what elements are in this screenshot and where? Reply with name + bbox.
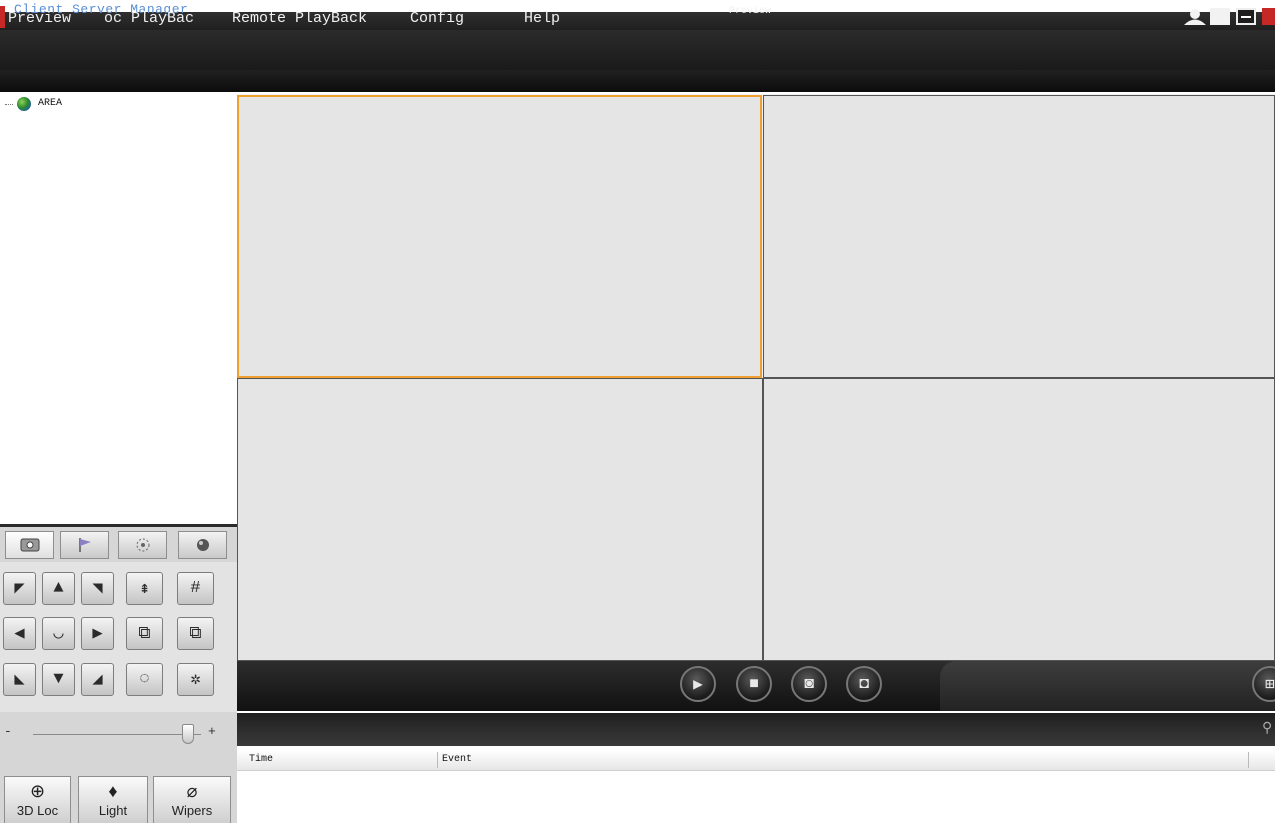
event-toolbar xyxy=(237,713,1275,746)
iris-close-icon: ◌ xyxy=(139,670,150,689)
3d-locate-button[interactable]: ⊕ 3D Loc xyxy=(4,776,71,823)
grid-layout-icon: ⊞ xyxy=(1265,676,1275,694)
tilt-down-button[interactable]: ▼ xyxy=(42,663,75,696)
globe-icon xyxy=(17,97,31,111)
menu-remote-playback[interactable]: Remote PlayBack xyxy=(232,10,367,27)
arrow-down-right-icon: ◢ xyxy=(92,671,103,690)
zoom-in-button[interactable]: ⧉ xyxy=(177,617,214,650)
restore-button[interactable] xyxy=(1210,8,1230,25)
wiper-icon: ⌀ xyxy=(186,781,198,801)
cruise-icon[interactable] xyxy=(118,531,167,559)
tree-connector xyxy=(5,104,13,106)
3d-locate-label: 3D Loc xyxy=(16,803,59,818)
slider-minus-label: - xyxy=(4,724,12,739)
play-button[interactable]: ▶ xyxy=(680,666,716,702)
pin-icon[interactable]: ⚲ xyxy=(1262,720,1272,737)
arrow-right-icon: ▶ xyxy=(92,625,103,644)
menu-help[interactable]: Help xyxy=(524,10,560,27)
video-camera-icon: ◙ xyxy=(804,675,814,693)
iris-open-icon: ✲ xyxy=(190,671,201,690)
menu-bar xyxy=(0,30,1275,70)
minimize-button[interactable] xyxy=(1236,8,1256,25)
arrow-up-left-icon: ◤ xyxy=(14,580,25,599)
focus-far-icon: # xyxy=(190,579,201,598)
app-icon xyxy=(0,6,5,28)
zoom-out-icon: ⧉ xyxy=(138,624,151,644)
light-label: Light xyxy=(98,803,128,818)
zoom-out-button[interactable]: ⧉ xyxy=(126,617,163,650)
arrow-down-left-icon: ◣ xyxy=(14,671,25,690)
auto-scan-button[interactable]: ◡ xyxy=(42,617,75,650)
video-cell-1[interactable] xyxy=(237,95,762,378)
tree-node-area[interactable]: AREA xyxy=(38,98,62,109)
preview-header xyxy=(0,70,1275,92)
column-header-event[interactable]: Event xyxy=(442,754,472,765)
pan-down-right-button[interactable]: ◢ xyxy=(81,663,114,696)
record-button[interactable]: ◙ xyxy=(791,666,827,702)
pan-up-left-button[interactable]: ◤ xyxy=(3,572,36,605)
slider-plus-label: + xyxy=(208,724,216,739)
focus-far-button[interactable]: # xyxy=(177,572,214,605)
arrow-up-icon: ▲ xyxy=(53,579,64,598)
focus-near-button[interactable]: ⇞ xyxy=(126,572,163,605)
pan-right-button[interactable]: ▶ xyxy=(81,617,114,650)
focus-near-icon: ⇞ xyxy=(139,580,150,599)
zoom-in-box-icon: ⧉ xyxy=(189,624,202,644)
arrow-down-icon: ▼ xyxy=(53,670,64,689)
bulb-icon: ♦ xyxy=(108,781,118,801)
user-icon[interactable] xyxy=(1182,8,1208,25)
speed-slider-track[interactable] xyxy=(33,734,201,735)
pan-up-right-button[interactable]: ◥ xyxy=(81,572,114,605)
column-header-time[interactable]: Time xyxy=(249,754,273,765)
tilt-up-button[interactable]: ▲ xyxy=(42,572,75,605)
iris-close-button[interactable]: ◌ xyxy=(126,663,163,696)
track-icon[interactable] xyxy=(178,531,227,559)
column-separator[interactable] xyxy=(437,752,438,768)
event-table-header xyxy=(237,750,1275,771)
pan-left-button[interactable]: ◀ xyxy=(3,617,36,650)
menu-config[interactable]: Config xyxy=(410,10,464,27)
camera-icon: ◘ xyxy=(859,675,869,693)
stop-button[interactable]: ■ xyxy=(736,666,772,702)
video-cell-4[interactable] xyxy=(763,378,1275,661)
event-table-body xyxy=(237,771,1275,823)
wipers-label: Wipers xyxy=(171,803,213,818)
preview-header-label: Preview xyxy=(728,6,771,17)
menu-preview[interactable]: Preview xyxy=(8,10,71,27)
close-button[interactable] xyxy=(1262,8,1275,25)
menu-local-playback[interactable]: oc PlayBac xyxy=(104,10,197,27)
arrow-left-icon: ◀ xyxy=(14,625,25,644)
light-button[interactable]: ♦ Light xyxy=(78,776,148,823)
control-bar-right-panel xyxy=(940,661,1275,711)
video-cell-3[interactable] xyxy=(237,378,763,661)
auto-scan-icon: ◡ xyxy=(53,625,64,644)
speed-slider-thumb[interactable] xyxy=(181,724,194,744)
preset-flag-icon[interactable] xyxy=(60,531,109,559)
device-tree-panel xyxy=(0,92,237,524)
column-separator[interactable] xyxy=(1248,752,1249,768)
video-cell-2[interactable] xyxy=(763,95,1275,378)
play-icon: ▶ xyxy=(693,676,703,694)
iris-open-button[interactable]: ✲ xyxy=(177,663,214,696)
pan-down-left-button[interactable]: ◣ xyxy=(3,663,36,696)
wipers-button[interactable]: ⌀ Wipers xyxy=(153,776,231,823)
ptz-tab-icon[interactable] xyxy=(5,531,54,559)
arrow-up-right-icon: ◥ xyxy=(92,580,103,599)
zoom-in-icon: ⊕ xyxy=(29,781,46,801)
snapshot-button[interactable]: ◘ xyxy=(846,666,882,702)
stop-icon: ■ xyxy=(749,675,759,693)
